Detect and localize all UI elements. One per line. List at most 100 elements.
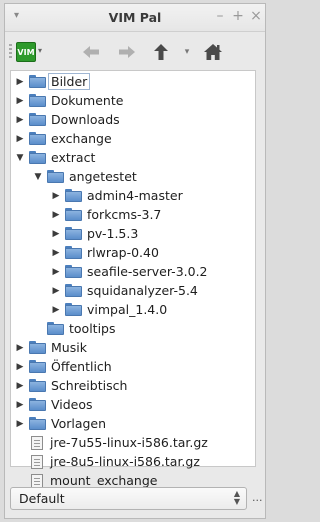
tree-item-label: Videos (51, 397, 93, 412)
collapsed-arrow-icon[interactable]: ▶ (50, 248, 62, 258)
file-tree-row-folder[interactable]: ▶ Vorlagen (14, 414, 107, 433)
folder-icon (29, 360, 46, 373)
collapsed-arrow-icon[interactable]: ▶ (50, 229, 62, 239)
history-dropdown-icon[interactable]: ▾ (175, 40, 199, 64)
folder-icon (29, 132, 46, 145)
expanded-arrow-icon[interactable]: ▼ (32, 172, 44, 182)
folder-icon (65, 208, 82, 221)
file-tree-row-folder[interactable]: ▶ Downloads (14, 110, 120, 129)
tree-item-label: Öffentlich (51, 359, 112, 374)
up-arrow-icon[interactable] (149, 40, 173, 64)
folder-icon (29, 417, 46, 430)
folder-icon (65, 189, 82, 202)
folder-icon (29, 341, 46, 354)
file-tree-row-folder[interactable]: ▶ forkcms-3.7 (50, 205, 162, 224)
folder-icon (65, 284, 82, 297)
folder-icon (65, 246, 82, 259)
file-tree-row-folder[interactable]: ▶ Bilder (14, 72, 91, 91)
tree-item-label: squidanalyzer-5.4 (87, 283, 198, 298)
folder-icon (65, 227, 82, 240)
tree-item-label: extract (51, 150, 96, 165)
file-tree-row-folder[interactable]: ▶ vimpal_1.4.0 (50, 300, 168, 319)
folder-icon (47, 170, 64, 183)
spinner-arrows-icon[interactable]: ▲ ▼ (234, 490, 240, 506)
file-tree-row-folder[interactable]: ▶ exchange (14, 129, 112, 148)
folder-icon (29, 94, 46, 107)
folder-icon (29, 113, 46, 126)
file-tree-row-folder[interactable]: ▶ seafile-server-3.0.2 (50, 262, 208, 281)
folder-icon (29, 151, 46, 164)
file-tree-row-folder[interactable]: ▶ Öffentlich (14, 357, 112, 376)
file-tree-row-folder[interactable]: ▶ Schreibtisch (14, 376, 128, 395)
file-tree-row-folder[interactable]: ▶ Dokumente (14, 91, 124, 110)
file-tree-row-folder[interactable]: ▶ Videos (14, 395, 93, 414)
folder-icon (65, 265, 82, 278)
vim-pal-window: ▾ VIM Pal – + × VIM ▾ ▾ ▶ Bilder ▶ Dokument… (4, 3, 266, 519)
file-tree-row-folder[interactable]: ▶ Musik (14, 338, 87, 357)
toolbar-grip-icon[interactable] (9, 44, 12, 60)
file-tree-row-folder[interactable]: ▶ pv-1.5.3 (50, 224, 139, 243)
tree-item-label: Downloads (51, 112, 120, 127)
collapsed-arrow-icon[interactable]: ▶ (14, 381, 26, 391)
tree-item-label: seafile-server-3.0.2 (87, 264, 208, 279)
back-arrow-icon[interactable] (79, 40, 103, 64)
collapsed-arrow-icon[interactable]: ▶ (14, 96, 26, 106)
collapsed-arrow-icon[interactable]: ▶ (50, 305, 62, 315)
tree-item-label: tooltips (69, 321, 116, 336)
folder-icon (65, 303, 82, 316)
collapsed-arrow-icon[interactable]: ▶ (14, 115, 26, 125)
collapsed-arrow-icon[interactable]: ▶ (14, 134, 26, 144)
file-icon (31, 435, 43, 450)
tree-item-label: pv-1.5.3 (87, 226, 139, 241)
file-tree-row-folder[interactable]: ▶tooltips (32, 319, 116, 338)
tree-item-label: Musik (51, 340, 87, 355)
file-tree-row-folder[interactable]: ▼ angetestet (32, 167, 137, 186)
title-bar[interactable]: ▾ VIM Pal – + × (5, 4, 265, 32)
collapsed-arrow-icon[interactable]: ▶ (14, 419, 26, 429)
tree-item-label: jre-7u55-linux-i586.tar.gz (50, 435, 208, 450)
collapsed-arrow-icon[interactable]: ▶ (50, 191, 62, 201)
vim-logo-icon[interactable]: VIM (16, 42, 36, 62)
tree-item-label: exchange (51, 131, 112, 146)
collapsed-arrow-icon[interactable]: ▶ (50, 210, 62, 220)
file-tree-row-file[interactable]: ▶jre-7u55-linux-i586.tar.gz (14, 433, 208, 452)
tree-item-label: Schreibtisch (51, 378, 128, 393)
tree-item-label: Bilder (48, 73, 91, 90)
collapsed-arrow-icon[interactable]: ▶ (50, 286, 62, 296)
tree-item-label: angetestet (69, 169, 137, 184)
file-icon (31, 473, 43, 488)
tree-item-label: jre-8u5-linux-i586.tar.gz (50, 454, 200, 469)
file-tree-row-folder[interactable]: ▶ squidanalyzer-5.4 (50, 281, 198, 300)
collapsed-arrow-icon[interactable]: ▶ (14, 362, 26, 372)
folder-icon (29, 75, 46, 88)
forward-arrow-icon[interactable] (115, 40, 139, 64)
collapsed-arrow-icon[interactable]: ▶ (14, 77, 26, 87)
folder-icon (29, 379, 46, 392)
folder-icon (47, 322, 64, 335)
collapsed-arrow-icon[interactable]: ▶ (14, 400, 26, 410)
chevron-down-icon[interactable]: ▾ (38, 46, 42, 55)
collapsed-arrow-icon[interactable]: ▶ (50, 267, 62, 277)
minimize-icon[interactable]: – (213, 8, 227, 24)
file-tree-row-folder[interactable]: ▶ rlwrap-0.40 (50, 243, 159, 262)
profile-select-value: Default (19, 491, 65, 506)
collapsed-arrow-icon[interactable]: ▶ (14, 343, 26, 353)
tree-item-label: mount_exchange (50, 473, 158, 488)
tree-item-label: Dokumente (51, 93, 124, 108)
expanded-arrow-icon[interactable]: ▼ (14, 153, 26, 163)
file-tree-row-folder[interactable]: ▼ extract (14, 148, 96, 167)
file-tree-row-folder[interactable]: ▶ admin4-master (50, 186, 183, 205)
maximize-icon[interactable]: + (231, 8, 245, 24)
close-icon[interactable]: × (249, 8, 263, 24)
folder-icon (29, 398, 46, 411)
file-icon (31, 454, 43, 469)
tree-item-label: vimpal_1.4.0 (87, 302, 168, 317)
more-button[interactable]: ... (252, 491, 263, 504)
profile-select[interactable]: Default ▲ ▼ (10, 487, 247, 510)
tree-item-label: forkcms-3.7 (87, 207, 162, 222)
toolbar: VIM ▾ ▾ (5, 32, 265, 72)
home-icon[interactable] (201, 40, 225, 64)
tree-item-label: rlwrap-0.40 (87, 245, 159, 260)
file-tree[interactable]: ▶ Bilder ▶ Dokumente ▶ Downloads ▶ exchange ▼ ext… (10, 70, 256, 488)
file-tree-row-file[interactable]: ▶jre-8u5-linux-i586.tar.gz (14, 452, 200, 471)
